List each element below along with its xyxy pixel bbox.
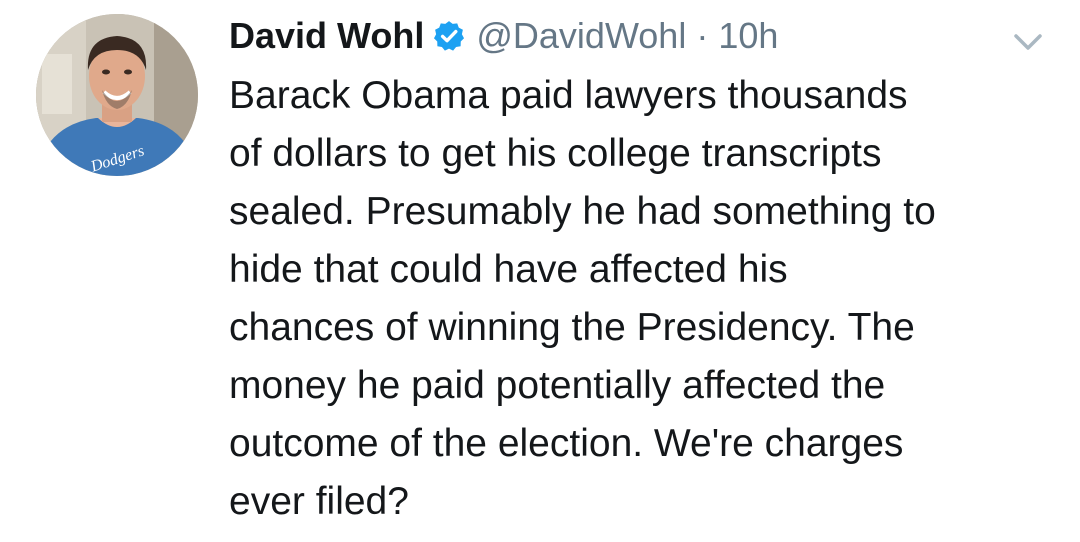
avatar-photo: Dodgers <box>36 14 198 176</box>
separator-dot: · <box>696 15 709 56</box>
tweet-text: Barack Obama paid lawyers thousands of d… <box>229 67 1049 531</box>
tweet-content: David Wohl @DavidWohl · 10h Barack Obama… <box>229 8 1049 531</box>
tweet-text-line: chances of winning the Presidency. The <box>229 306 915 349</box>
chevron-down-icon[interactable] <box>1008 22 1048 62</box>
author-handle[interactable]: @DavidWohl <box>476 15 686 57</box>
tweet-text-line: outcome of the election. We're charges <box>229 422 904 465</box>
tweet-text-line: of dollars to get his college transcript… <box>229 132 882 175</box>
tweet-text-line: sealed. Presumably he had something to <box>229 190 936 233</box>
tweet-timestamp[interactable]: 10h <box>718 15 778 57</box>
tweet-text-line: money he paid potentially affected the <box>229 364 886 407</box>
tweet-text-line: hide that could have affected his <box>229 248 788 291</box>
tweet: Dodgers David Wohl @DavidWohl · 10h Bara… <box>0 0 1080 542</box>
avatar[interactable]: Dodgers <box>36 14 198 176</box>
tweet-text-line: ever filed? <box>229 480 409 523</box>
author-name[interactable]: David Wohl <box>229 15 424 57</box>
tweet-text-line: Barack Obama paid lawyers thousands <box>229 74 908 117</box>
tweet-header: David Wohl @DavidWohl · 10h <box>229 8 1049 64</box>
verified-badge-icon <box>432 19 466 53</box>
